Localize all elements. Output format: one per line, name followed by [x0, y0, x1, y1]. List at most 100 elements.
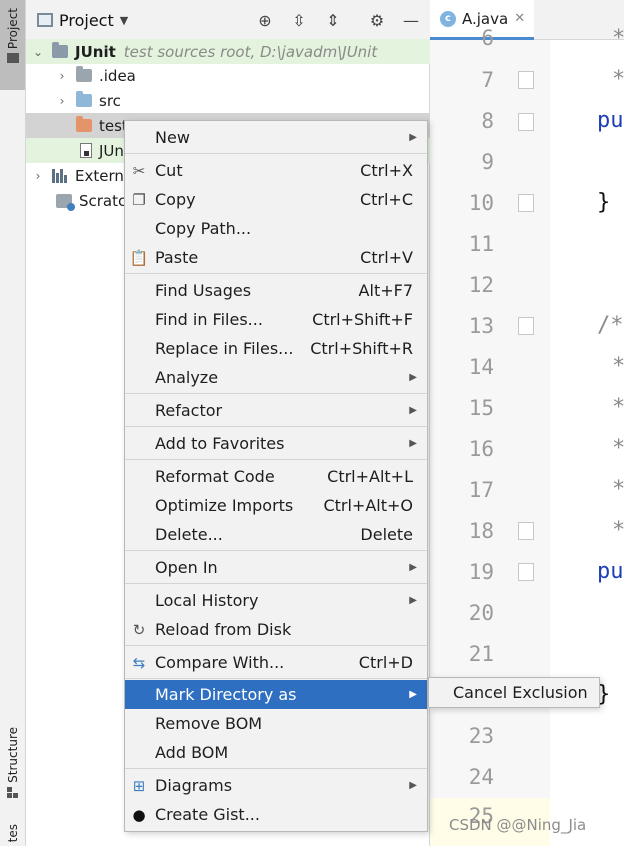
shortcut-label: Alt+F7 [358, 281, 413, 300]
line-number: 21 [468, 642, 494, 666]
menu-item-label: Optimize Imports [155, 496, 294, 515]
code-line-16: * [612, 436, 624, 461]
locate-icon[interactable]: ⊕ [255, 10, 275, 30]
code-line-18: * [612, 518, 624, 543]
expand-all-icon[interactable]: ⇳ [289, 10, 309, 30]
menu-item-refactor[interactable]: Refactor ▶ [125, 396, 427, 425]
menu-item-mark-directory-as[interactable]: Mark Directory as ▶ [125, 680, 427, 709]
code-line-7: * [612, 67, 624, 92]
code-line-10: } [597, 190, 611, 215]
menu-separator [125, 426, 427, 427]
fold-marker-icon[interactable] [518, 563, 534, 581]
fold-marker-icon[interactable] [518, 71, 534, 89]
watermark: CSDN @@Ning_Jia [449, 816, 587, 834]
shortcut-label: Ctrl+Shift+R [310, 339, 413, 358]
tab-label: A.java [462, 9, 509, 28]
submenu-arrow-icon: ▶ [409, 372, 417, 383]
menu-item-analyze[interactable]: Analyze ▶ [125, 363, 427, 392]
menu-item-copy[interactable]: ❐ Copy Ctrl+C [125, 185, 427, 214]
menu-item-open-in[interactable]: Open In ▶ [125, 553, 427, 582]
submenu-arrow-icon: ▶ [409, 562, 417, 573]
line-number: 8 [481, 109, 494, 133]
tree-item-label: src [99, 91, 121, 110]
project-tool-tab-label: Project [5, 8, 20, 50]
fold-marker-icon[interactable] [518, 317, 534, 335]
chevron-down-icon[interactable]: ▼ [120, 14, 128, 27]
line-number: 13 [468, 314, 494, 338]
menu-item-label: New [155, 128, 190, 147]
chevron-right-icon[interactable]: › [56, 69, 68, 83]
shortcut-label: Ctrl+Shift+F [312, 310, 413, 329]
menu-item-paste[interactable]: 📋 Paste Ctrl+V [125, 243, 427, 272]
source-folder-icon [76, 91, 92, 107]
compare-arrows-icon: ⇆ [132, 653, 146, 672]
fold-marker-icon[interactable] [518, 194, 534, 212]
menu-item-label: Replace in Files... [155, 339, 294, 358]
tree-item-label: JUn [99, 141, 124, 160]
menu-separator [125, 273, 427, 274]
menu-item-label: Local History [155, 591, 259, 610]
line-number: 12 [468, 273, 494, 297]
close-icon[interactable]: ✕ [514, 11, 525, 26]
gear-icon[interactable]: ⚙ [367, 10, 387, 30]
menu-item-diagrams[interactable]: ⊞ Diagrams ▶ [125, 771, 427, 800]
scratch-icon [56, 193, 75, 211]
menu-item-add-to-favorites[interactable]: Add to Favorites ▶ [125, 429, 427, 458]
reload-icon: ↻ [132, 620, 146, 639]
submenu-arrow-icon: ▶ [409, 780, 417, 791]
github-icon: ● [132, 805, 146, 824]
menu-item-label: Add to Favorites [155, 434, 285, 453]
line-number: 15 [468, 396, 494, 420]
menu-item-remove-bom[interactable]: Remove BOM [125, 709, 427, 738]
editor-gutter: 6 7 8 9 10 11 12 13 14 15 16 17 18 19 20… [430, 26, 550, 846]
tree-item-src[interactable]: › src [26, 88, 430, 113]
shortcut-label: Delete [360, 525, 413, 544]
menu-item-new[interactable]: New ▶ [125, 123, 427, 152]
menu-item-compare-with[interactable]: ⇆ Compare With... Ctrl+D [125, 648, 427, 677]
menu-item-copy-path[interactable]: Copy Path... [125, 214, 427, 243]
menu-item-create-gist[interactable]: ● Create Gist... [125, 800, 427, 829]
menu-item-reload-from-disk[interactable]: ↻ Reload from Disk [125, 615, 427, 644]
menu-separator [125, 583, 427, 584]
menu-item-add-bom[interactable]: Add BOM [125, 738, 427, 767]
project-panel-header: Project ▼ ⊕ ⇳ ⇕ ⚙ — [26, 0, 430, 40]
diagram-icon: ⊞ [132, 776, 146, 795]
submenu-arrow-icon: ▶ [409, 405, 417, 416]
project-view-selector[interactable]: Project [59, 11, 114, 30]
menu-item-label: Copy Path... [155, 219, 252, 238]
menu-item-find-usages[interactable]: Find Usages Alt+F7 [125, 276, 427, 305]
menu-item-reformat-code[interactable]: Reformat Code Ctrl+Alt+L [125, 462, 427, 491]
fold-marker-icon[interactable] [518, 522, 534, 540]
menu-item-replace-in-files[interactable]: Replace in Files... Ctrl+Shift+R [125, 334, 427, 363]
collapse-all-icon[interactable]: ⇕ [323, 10, 343, 30]
code-line-17: * [612, 477, 624, 502]
menu-item-cancel-exclusion[interactable]: Cancel Exclusion [453, 683, 588, 702]
code-editor[interactable]: * * pu } /* * * * * * pu } [550, 26, 624, 846]
hide-icon[interactable]: — [401, 10, 421, 30]
menu-item-optimize-imports[interactable]: Optimize Imports Ctrl+Alt+O [125, 491, 427, 520]
tree-item-idea[interactable]: › .idea [26, 63, 430, 88]
menu-item-cut[interactable]: ✂ Cut Ctrl+X [125, 156, 427, 185]
line-number: 19 [468, 560, 494, 584]
project-tool-tab[interactable]: Project [0, 0, 25, 90]
fold-marker-icon[interactable] [518, 113, 534, 131]
tree-root-junit[interactable]: ⌄ JUnit test sources root, D:\javadm\JUn… [26, 39, 430, 64]
bottom-tool-tab[interactable]: tes [0, 824, 25, 846]
chevron-right-icon[interactable]: › [56, 94, 68, 108]
chevron-down-icon[interactable]: ⌄ [32, 45, 44, 59]
menu-separator [125, 153, 427, 154]
shortcut-label: Ctrl+Alt+O [323, 496, 413, 515]
menu-item-label: Compare With... [155, 653, 285, 672]
menu-item-local-history[interactable]: Local History ▶ [125, 586, 427, 615]
menu-item-label: Analyze [155, 368, 219, 387]
module-folder-icon [52, 42, 68, 58]
menu-item-delete[interactable]: Delete... Delete [125, 520, 427, 549]
menu-separator [125, 678, 427, 679]
java-class-icon: c [440, 10, 456, 27]
chevron-right-icon[interactable]: › [32, 169, 44, 183]
structure-tool-tab[interactable]: Structure [0, 725, 25, 810]
menu-item-label: Refactor [155, 401, 223, 420]
line-number: 18 [468, 519, 494, 543]
menu-item-find-in-files[interactable]: Find in Files... Ctrl+Shift+F [125, 305, 427, 334]
menu-item-label: Reload from Disk [155, 620, 292, 639]
